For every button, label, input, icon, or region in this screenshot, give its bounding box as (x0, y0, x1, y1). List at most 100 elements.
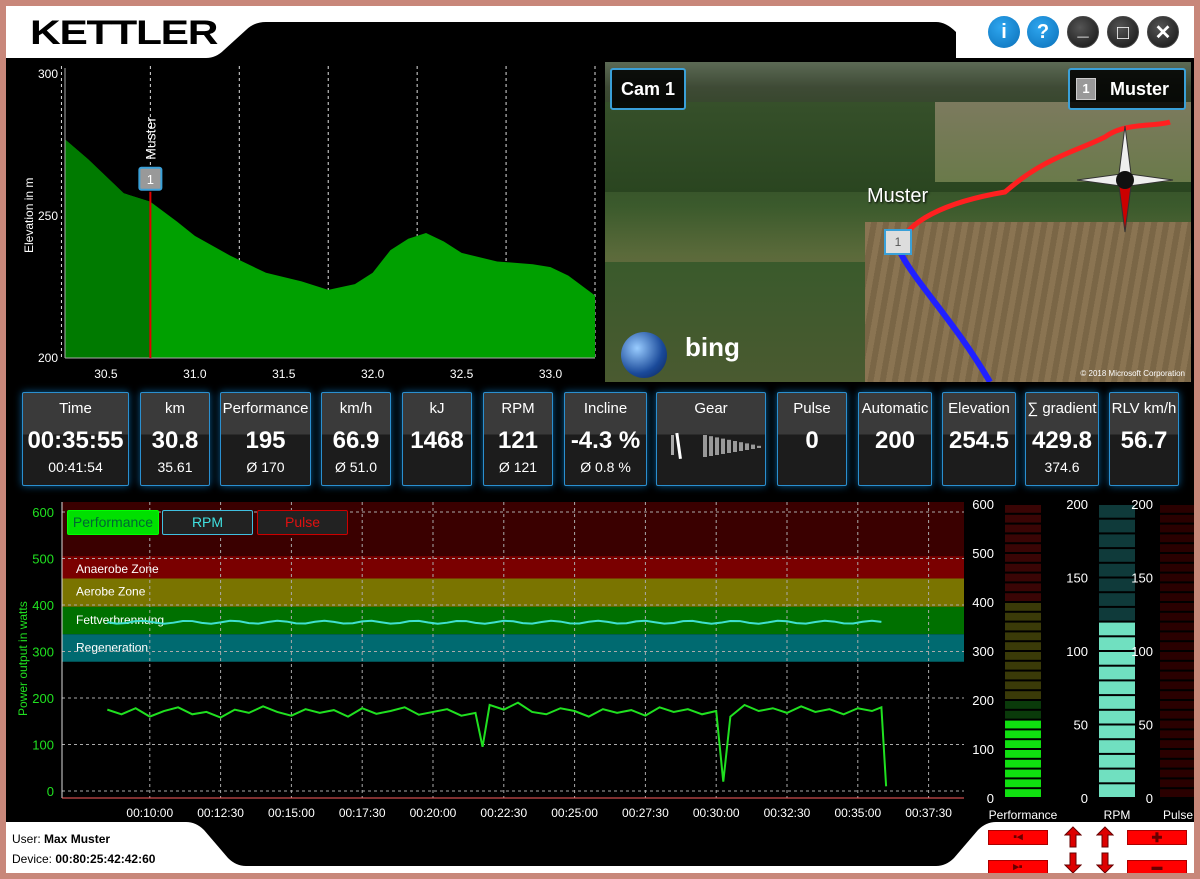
tile-label: ∑ gradient (1027, 400, 1097, 417)
gauge-segment (1160, 612, 1194, 621)
gauge-segment (1005, 573, 1041, 582)
arrow-down-icon[interactable] (1096, 852, 1114, 873)
gauge-segment (1099, 666, 1135, 680)
gauge-segment (1160, 769, 1194, 778)
gauge-segment (1160, 710, 1194, 719)
legend-pulse-button[interactable]: Pulse (257, 510, 348, 535)
tile-label: Gear (694, 400, 728, 417)
gauge-segment (1160, 681, 1194, 690)
x-tick-label: 33.0 (539, 367, 563, 381)
gauge-segment (1005, 524, 1041, 533)
legend-rpm-button[interactable]: RPM (162, 510, 253, 535)
x-tick-label: 00:32:30 (764, 806, 811, 820)
gauge-segment (1005, 632, 1041, 641)
tile-gear: Gear (656, 392, 766, 486)
tile-value: 1468 (410, 427, 464, 454)
close-button[interactable]: ✕ (1147, 16, 1179, 48)
gauge-tick-label: 50 (1139, 718, 1153, 733)
camera-previous-button[interactable]: ▪◂ (988, 830, 1048, 845)
tile-value: -4.3 % (570, 427, 641, 454)
gauge-segment (1099, 622, 1135, 636)
x-tick-label: 00:27:30 (622, 806, 669, 820)
minimize-button[interactable]: _ (1067, 16, 1099, 48)
gauge-segment (1005, 750, 1041, 758)
camera-label[interactable]: Cam 1 (610, 68, 686, 110)
gauge-segment (1005, 691, 1041, 699)
plus-button[interactable]: ✚ (1127, 830, 1187, 845)
legend-performance-button[interactable]: Performance (67, 510, 159, 535)
gauge-segment (1160, 524, 1194, 533)
zone-label: Aerobe Zone (76, 584, 146, 598)
gauge-segment (1005, 642, 1041, 650)
gauge-segment (1099, 740, 1135, 753)
gauge-segment (1099, 681, 1135, 695)
y-tick-label: 200 (38, 351, 58, 365)
tile-label: Incline (583, 400, 628, 417)
tile-performance: Performance 195 Ø 170 (220, 392, 311, 486)
y-tick-label: 300 (32, 645, 54, 660)
tile-gradient: ∑ gradient 429.8 374.6 (1025, 392, 1099, 486)
tile-label: Performance (222, 400, 309, 417)
zone-label: Fettverbrennung (76, 613, 164, 627)
rider-label: Muster (142, 117, 158, 160)
gauge-segment (1005, 710, 1041, 719)
tile-label: Pulse (793, 400, 831, 417)
elevation-chart: Elevation in m 30.5 31.0 31.5 32.0 32.5 33.0 3… (22, 66, 596, 381)
gauge-segment (1160, 603, 1194, 611)
tile-value: 429.8 (1031, 427, 1093, 454)
maximize-button[interactable]: □ (1107, 16, 1139, 48)
y-tick-label: 400 (32, 598, 54, 613)
gauge-segment (1160, 701, 1194, 709)
x-tick-label: 00:35:00 (834, 806, 881, 820)
gauge-segment (1005, 720, 1041, 729)
gauge-label: RPM (1104, 808, 1131, 822)
status-footer: User: Max Muster Device: 00:80:25:42:42:… (6, 822, 1194, 873)
arrow-up-icon[interactable] (1096, 826, 1114, 848)
gauge-segment (1099, 652, 1135, 665)
globe-icon[interactable] (621, 332, 667, 378)
gauge-tick-label: 150 (1066, 571, 1088, 586)
gauge-segment (1160, 779, 1194, 788)
arrow-down-icon[interactable] (1064, 852, 1082, 873)
gauge-segment (1160, 661, 1194, 670)
arrow-up-icon[interactable] (1064, 826, 1082, 848)
gauge-segment (1099, 563, 1135, 577)
tile-km-h: km/h 66.9 Ø 51.0 (321, 392, 391, 486)
minus-button[interactable]: ▬ (1127, 860, 1187, 873)
user-label: User: (12, 832, 41, 846)
tile-subvalue: Ø 121 (498, 459, 538, 475)
gauge-segment (1005, 622, 1041, 631)
y-tick-label: 600 (32, 505, 54, 520)
gauge-label: Performance (989, 808, 1058, 822)
tile-value: 30.8 (151, 427, 199, 454)
x-tick-label: 32.0 (361, 367, 385, 381)
x-tick-label: 00:12:30 (197, 806, 244, 820)
tile-value: 0 (805, 427, 819, 454)
gauge-segment (1160, 514, 1194, 523)
rider-name: Muster (1110, 79, 1170, 99)
gauge-segment (1160, 632, 1194, 641)
info-button[interactable]: i (988, 16, 1020, 48)
tile-label: RPM (501, 400, 535, 417)
map-copyright: © 2018 Microsoft Corporation (1080, 369, 1185, 378)
x-tick-label: 31.5 (272, 367, 296, 381)
gauge-tick-label: 50 (1074, 718, 1088, 733)
rider-map-marker[interactable]: 1 (884, 229, 912, 255)
gauge-tick-label: 400 (972, 595, 994, 610)
gauge-tick-label: 0 (1146, 791, 1153, 806)
gauge-segment (1099, 769, 1135, 783)
gauge-segment (1005, 671, 1041, 680)
gauge-tick-label: 100 (1066, 644, 1088, 659)
compass-icon[interactable] (1075, 124, 1175, 234)
tile-subvalue: 00:41:54 (48, 459, 103, 475)
tile-incline: Incline -4.3 % Ø 0.8 % (564, 392, 647, 486)
gauge-segment (1099, 710, 1135, 724)
tile-elevation: Elevation 254.5 (942, 392, 1016, 486)
gauge-tick-label: 200 (972, 693, 994, 708)
help-button[interactable]: ? (1027, 16, 1059, 48)
gauge-segment (1005, 514, 1041, 523)
camera-next-button[interactable]: ▸▪ (988, 860, 1048, 873)
gauge-segment (1099, 534, 1135, 548)
3d-map-view[interactable]: Cam 1 1 Muster Muster 1 bing © 2018 Micr… (605, 62, 1191, 382)
y-tick-label: 0 (47, 784, 54, 799)
